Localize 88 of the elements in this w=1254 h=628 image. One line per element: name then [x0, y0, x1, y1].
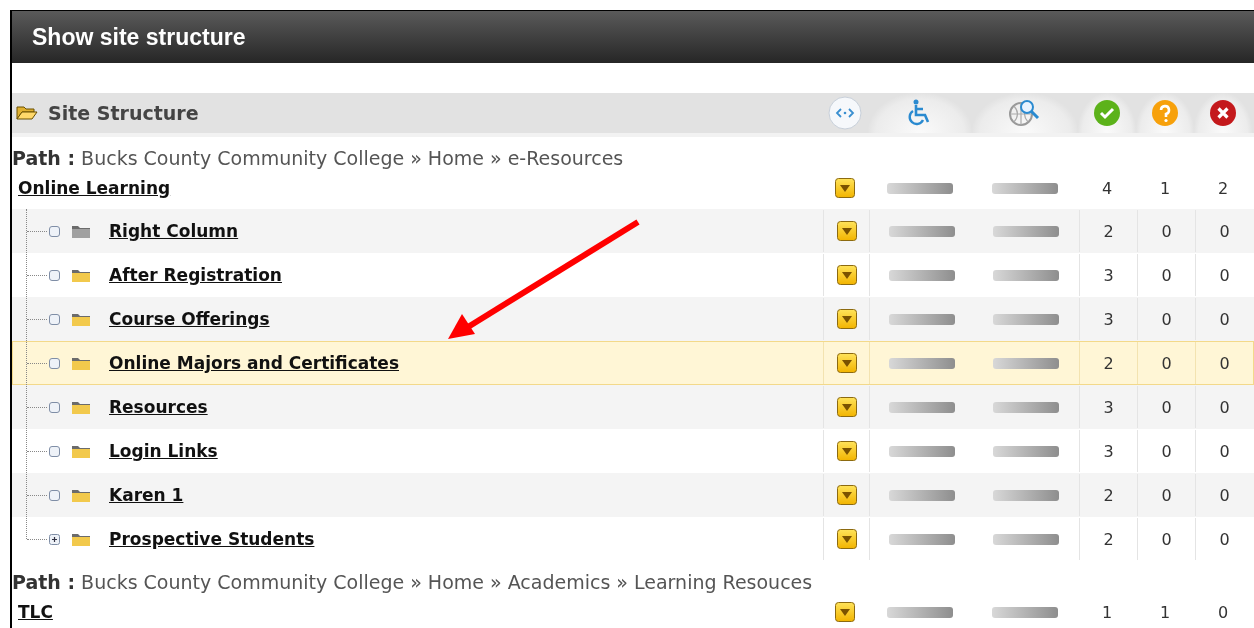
page-link[interactable]: Online Learning — [18, 178, 171, 198]
window-title: Show site structure — [32, 23, 246, 51]
count: 0 — [1219, 309, 1230, 329]
status-bar — [993, 445, 1059, 457]
status-bar — [992, 606, 1058, 618]
status-bar — [888, 533, 955, 545]
dropdown-button[interactable] — [835, 602, 855, 622]
status-bar — [887, 606, 953, 618]
count: 0 — [1161, 221, 1172, 241]
count: 4 — [1101, 178, 1113, 198]
page-link[interactable]: Resources — [109, 397, 208, 417]
dropdown-button[interactable] — [836, 353, 857, 373]
status-bar — [993, 269, 1059, 281]
count: 0 — [1161, 441, 1172, 461]
status-bar — [888, 445, 955, 457]
count: 0 — [1219, 485, 1230, 505]
breadcrumb-path: Path : Bucks County Community College » Home » Academics » Learning Resouces — [12, 570, 814, 595]
count: 0 — [1219, 397, 1230, 417]
count: 3 — [1103, 397, 1114, 417]
page-link[interactable]: Course Offerings — [109, 309, 270, 329]
tree-row[interactable]: Login Links 3 0 0 — [12, 429, 1254, 473]
count: 1 — [1159, 178, 1171, 198]
count: 2 — [1217, 178, 1229, 198]
tree-row[interactable]: Karen 1 2 0 0 — [12, 473, 1254, 517]
expand-icon[interactable] — [49, 533, 60, 545]
tree-row[interactable]: Prospective Students 2 0 0 — [12, 517, 1254, 561]
dropdown-button[interactable] — [836, 397, 857, 417]
count: 0 — [1161, 265, 1172, 285]
status-bar — [888, 489, 955, 501]
count: 0 — [1161, 397, 1172, 417]
count: 0 — [1161, 309, 1172, 329]
dropdown-button[interactable] — [836, 485, 857, 505]
page-link[interactable]: Login Links — [109, 441, 218, 461]
count: 2 — [1103, 221, 1114, 241]
count: 0 — [1161, 485, 1172, 505]
tree-row[interactable]: Course Offerings 3 0 0 — [12, 297, 1254, 341]
page-link[interactable]: Karen 1 — [109, 485, 184, 505]
tree-row[interactable]: Online Majors and Certificates 2 0 0 — [12, 341, 1254, 385]
count: 2 — [1103, 529, 1114, 549]
count: 0 — [1219, 221, 1230, 241]
panel-title: Site Structure — [48, 102, 199, 124]
dropdown-button[interactable] — [836, 265, 857, 285]
count: 0 — [1219, 441, 1230, 461]
status-bar — [993, 533, 1059, 545]
check-icon[interactable] — [1093, 99, 1121, 127]
status-bar — [992, 182, 1058, 194]
code-icon[interactable] — [828, 96, 862, 130]
count: 0 — [1219, 353, 1230, 373]
page-link[interactable]: TLC — [18, 602, 53, 622]
close-icon[interactable] — [1209, 99, 1237, 127]
dropdown-button[interactable] — [836, 529, 857, 549]
page-link[interactable]: After Registration — [109, 265, 282, 285]
status-bar — [993, 357, 1059, 369]
status-bar — [888, 313, 955, 325]
tree-row[interactable]: Right Column 2 0 0 — [12, 209, 1254, 253]
globe-search-icon[interactable] — [1008, 98, 1042, 128]
count: 0 — [1219, 529, 1230, 549]
count: 3 — [1103, 309, 1114, 329]
dropdown-button[interactable] — [835, 178, 855, 198]
count: 3 — [1103, 265, 1114, 285]
count: 0 — [1161, 353, 1172, 373]
tree-row[interactable]: Resources 3 0 0 — [12, 385, 1254, 429]
status-bar — [888, 401, 955, 413]
count: 0 — [1219, 265, 1230, 285]
page-link[interactable]: Prospective Students — [109, 529, 315, 549]
count: 1 — [1101, 602, 1113, 622]
page-link[interactable]: Online Majors and Certificates — [109, 353, 399, 373]
count: 1 — [1159, 602, 1171, 622]
folder-icon — [16, 106, 38, 120]
count: 0 — [1161, 529, 1172, 549]
dropdown-button[interactable] — [836, 441, 857, 461]
status-bar — [993, 489, 1059, 501]
dropdown-button[interactable] — [836, 221, 857, 241]
status-bar — [993, 225, 1059, 237]
breadcrumb-path: Path : Bucks County Community College » Home » e-Resources — [12, 146, 625, 171]
status-bar — [993, 313, 1059, 325]
page-link[interactable]: Right Column — [109, 221, 239, 241]
count: 2 — [1103, 353, 1114, 373]
count: 3 — [1103, 441, 1114, 461]
status-bar — [993, 401, 1059, 413]
status-bar — [887, 182, 953, 194]
status-bar — [888, 225, 955, 237]
dropdown-button[interactable] — [836, 309, 857, 329]
count: 0 — [1217, 602, 1229, 622]
tree-row[interactable]: After Registration 3 0 0 — [12, 253, 1254, 297]
count: 2 — [1103, 485, 1114, 505]
status-bar — [888, 269, 955, 281]
status-bar — [888, 357, 955, 369]
